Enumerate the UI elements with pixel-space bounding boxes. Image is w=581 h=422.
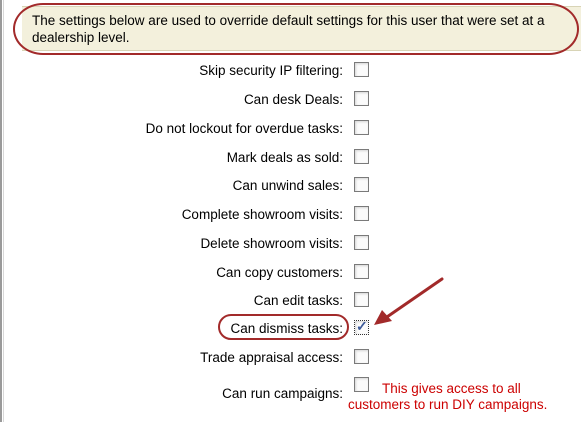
setting-label: Can run campaigns:: [222, 386, 343, 401]
setting-row-edit-tasks: Can edit tasks:: [0, 291, 581, 311]
setting-row-copy-customers: Can copy customers:: [0, 263, 581, 283]
setting-row-complete-showroom: Complete showroom visits:: [0, 205, 581, 225]
setting-row-unwind-sales: Can unwind sales:: [0, 176, 581, 196]
setting-row-trade-appraisal: Trade appraisal access:: [0, 348, 581, 368]
complete-showroom-checkbox[interactable]: [354, 206, 369, 221]
setting-label: Skip security IP filtering:: [199, 63, 343, 78]
setting-label: Mark deals as sold:: [226, 150, 343, 165]
campaign-note: This gives access to all customers to ru…: [348, 381, 547, 413]
setting-label: Delete showroom visits:: [200, 236, 343, 251]
skip-ip-filtering-checkbox[interactable]: [354, 62, 369, 77]
setting-row-no-lockout: Do not lockout for overdue tasks:: [0, 119, 581, 139]
edit-tasks-checkbox[interactable]: [354, 292, 369, 307]
setting-label: Do not lockout for overdue tasks:: [145, 121, 343, 136]
annotation-arrow-icon: [374, 277, 444, 325]
dismiss-tasks-highlight-ellipse: [218, 314, 349, 340]
no-lockout-overdue-checkbox[interactable]: [354, 120, 369, 135]
setting-row-can-desk-deals: Can desk Deals:: [0, 90, 581, 110]
mark-deals-sold-checkbox[interactable]: [354, 149, 369, 164]
checkmark-icon: ✓: [356, 318, 368, 334]
can-desk-deals-checkbox[interactable]: [354, 91, 369, 106]
setting-label: Complete showroom visits:: [181, 207, 343, 222]
dismiss-tasks-checkbox[interactable]: ✓: [354, 318, 369, 335]
banner-highlight-ellipse: [13, 3, 579, 55]
setting-label: Can desk Deals:: [243, 92, 343, 107]
setting-row-mark-deals-sold: Mark deals as sold:: [0, 148, 581, 168]
copy-customers-checkbox[interactable]: [354, 264, 369, 279]
trade-appraisal-checkbox[interactable]: [354, 349, 369, 364]
setting-label: Can copy customers:: [216, 265, 343, 280]
note-line-2: customers to run DIY campaigns.: [348, 397, 548, 412]
note-line-1: This gives access to all: [382, 381, 521, 396]
setting-label: Can edit tasks:: [253, 293, 343, 308]
delete-showroom-checkbox[interactable]: [354, 235, 369, 250]
setting-row-delete-showroom: Delete showroom visits:: [0, 234, 581, 254]
setting-row-skip-ip-filtering: Skip security IP filtering:: [0, 61, 581, 81]
setting-label: Trade appraisal access:: [200, 350, 343, 365]
unwind-sales-checkbox[interactable]: [354, 177, 369, 192]
setting-label: Can unwind sales:: [232, 178, 343, 193]
